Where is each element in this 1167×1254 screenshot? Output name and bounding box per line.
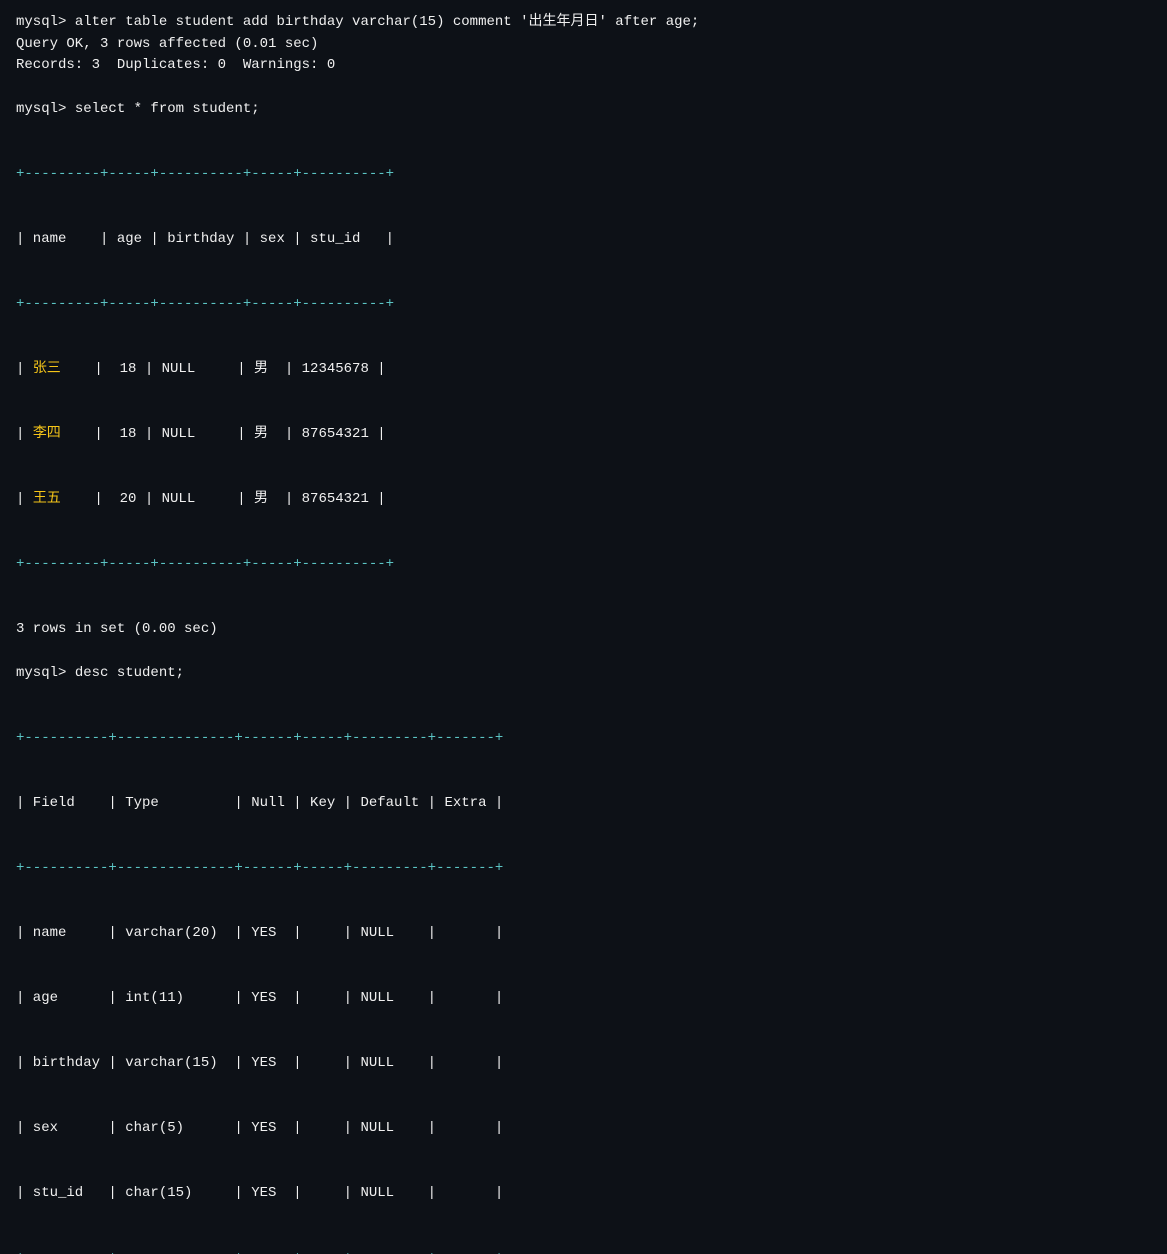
desc-row-birthday: | birthday | varchar(15) | YES | | NULL … (16, 1053, 1151, 1075)
select-divider-mid: +---------+-----+----------+-----+------… (16, 294, 1151, 316)
select-result: 3 rows in set (0.00 sec) (16, 619, 1151, 641)
desc-divider-top: +----------+--------------+------+-----+… (16, 728, 1151, 750)
command-line-2: mysql> select * from student; (16, 99, 1151, 121)
desc-row-age: | age | int(11) | YES | | NULL | | (16, 988, 1151, 1010)
command-line-3: mysql> desc student; (16, 663, 1151, 685)
prompt-1: mysql> (16, 14, 75, 30)
desc-divider-mid: +----------+--------------+------+-----+… (16, 858, 1151, 880)
select-row-3: | 王五 | 20 | NULL | 男 | 87654321 | (16, 489, 1151, 511)
select-header: | name | age | birthday | sex | stu_id | (16, 229, 1151, 251)
terminal: mysql> alter table student add birthday … (16, 12, 1151, 1254)
records-info: Records: 3 Duplicates: 0 Warnings: 0 (16, 55, 1151, 77)
select-divider-bottom: +---------+-----+----------+-----+------… (16, 554, 1151, 576)
name-2: 李四 (33, 426, 61, 442)
query-ok: Query OK, 3 rows affected (0.01 sec) (16, 34, 1151, 56)
cmd-alter: alter table student add birthday varchar… (75, 14, 700, 30)
name-1: 张三 (33, 361, 61, 377)
select-table: +---------+-----+----------+-----+------… (16, 120, 1151, 619)
select-row-1: | 张三 | 18 | NULL | 男 | 12345678 | (16, 359, 1151, 381)
empty-line-2 (16, 641, 1151, 663)
cmd-desc: desc student; (75, 665, 184, 681)
desc-row-stuid: | stu_id | char(15) | YES | | NULL | | (16, 1183, 1151, 1205)
desc-table: +----------+--------------+------+-----+… (16, 684, 1151, 1254)
empty-line-1 (16, 77, 1151, 99)
select-divider-top: +---------+-----+----------+-----+------… (16, 164, 1151, 186)
select-row-2: | 李四 | 18 | NULL | 男 | 87654321 | (16, 424, 1151, 446)
cmd-select: select * from student; (75, 101, 260, 117)
prompt-3: mysql> (16, 665, 75, 681)
command-line-1: mysql> alter table student add birthday … (16, 12, 1151, 34)
name-3: 王五 (33, 491, 61, 507)
desc-row-sex: | sex | char(5) | YES | | NULL | | (16, 1118, 1151, 1140)
prompt-2: mysql> (16, 101, 75, 117)
desc-divider-bottom: +----------+--------------+------+-----+… (16, 1248, 1151, 1254)
desc-header: | Field | Type | Null | Key | Default | … (16, 793, 1151, 815)
desc-row-name: | name | varchar(20) | YES | | NULL | | (16, 923, 1151, 945)
